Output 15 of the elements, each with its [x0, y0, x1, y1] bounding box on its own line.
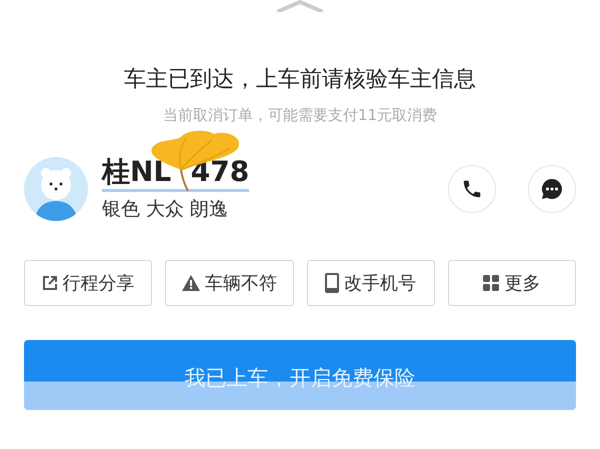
grid-icon — [483, 275, 500, 291]
arrival-title: 车主已到达，上车前请核验车主信息 — [123, 66, 477, 94]
call-button[interactable] — [448, 164, 496, 212]
car-description: 银色 大众 朗逸 — [102, 197, 230, 222]
action-button[interactable]: 车辆不符 — [165, 260, 294, 306]
action-button[interactable]: 改手机号 — [306, 260, 435, 306]
chat-bubble-icon — [540, 176, 564, 200]
action-button[interactable]: 更多 — [448, 260, 576, 306]
action-button[interactable]: 行程分享 — [24, 260, 152, 306]
bear-avatar-icon — [24, 156, 88, 220]
share-icon — [42, 275, 58, 291]
cancel-fee-note: 当前取消订单，可能需要支付11元取消费 — [162, 106, 438, 125]
warning-icon — [182, 275, 200, 291]
mobile-phone-icon — [325, 273, 340, 293]
message-button[interactable] — [528, 164, 576, 212]
